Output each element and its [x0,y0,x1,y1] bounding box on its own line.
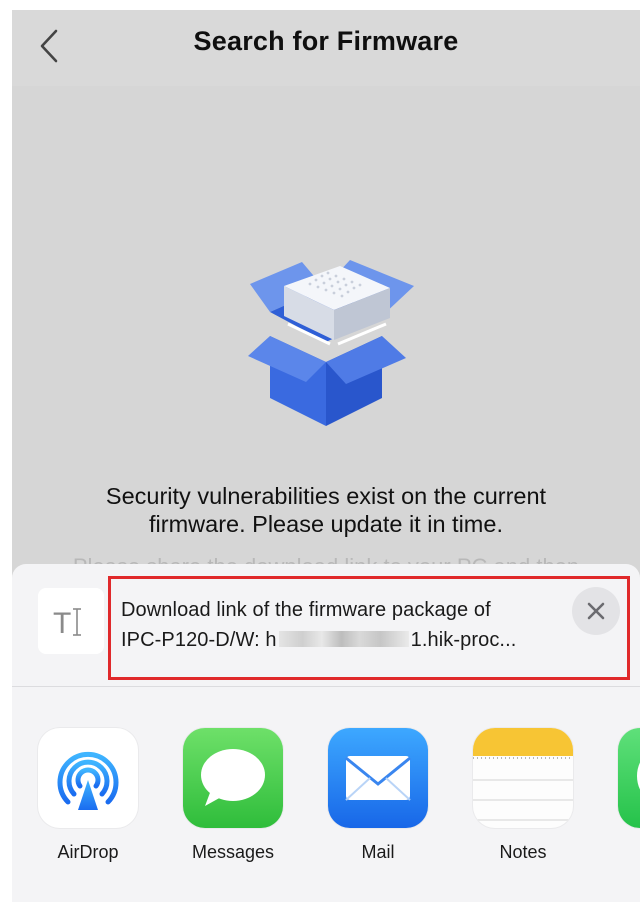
share-app-whatsapp[interactable]: W [618,728,640,863]
notes-icon [473,728,573,828]
messages-icon [183,728,283,828]
close-button[interactable] [572,587,620,635]
mail-icon [328,728,428,828]
share-sheet: T Download link of the firmware package … [12,564,640,902]
nav-bar: Search for Firmware [12,10,640,86]
divider [12,686,640,687]
close-icon [587,602,605,620]
share-app-notes[interactable]: Notes [473,728,573,863]
preview-text-highlight: Download link of the firmware package of… [108,576,630,680]
vulnerability-warning: Security vulnerabilities exist on the cu… [105,483,547,537]
screen: Search for Firmware Security vulnerabili… [12,10,640,902]
redacted-url [278,631,409,648]
page-title: Search for Firmware [193,26,459,56]
share-app-airdrop[interactable]: AirDrop [38,728,138,863]
airdrop-icon [38,728,138,828]
svg-text:T: T [53,607,71,640]
preview-line-2: IPC-P120-D/W: h 1.hik-proc... [121,629,517,651]
share-app-messages[interactable]: Messages [183,728,283,863]
open-box-firmware-illustration [248,260,414,426]
whatsapp-icon [618,728,640,828]
text-document-icon: T [38,588,104,654]
share-app-mail[interactable]: Mail [328,728,428,863]
share-preview: T Download link of the firmware package … [12,564,640,685]
preview-line-1: Download link of the firmware package of [121,599,491,621]
